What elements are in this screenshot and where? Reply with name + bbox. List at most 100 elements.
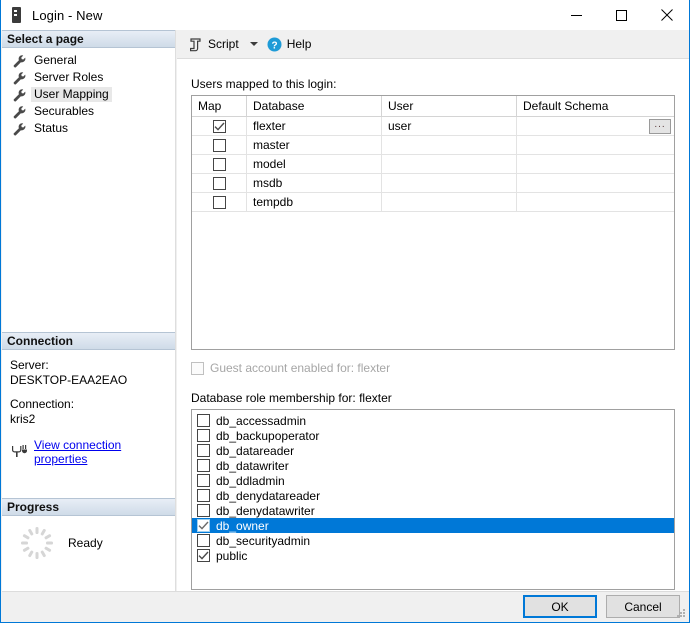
sidebar-item-securables[interactable]: Securables: [2, 103, 175, 120]
wrench-icon: [13, 71, 26, 84]
server-label: Server:: [10, 358, 49, 372]
user-cell[interactable]: [382, 193, 517, 212]
connection-label: Connection:: [10, 397, 75, 411]
map-checkbox[interactable]: [212, 157, 226, 171]
list-item[interactable]: db_securityadmin: [192, 533, 674, 548]
list-item[interactable]: db_datawriter: [192, 458, 674, 473]
cancel-button[interactable]: Cancel: [606, 595, 680, 618]
sidebar-item-general[interactable]: General: [2, 52, 175, 69]
database-cell[interactable]: tempdb: [247, 193, 382, 212]
wrench-icon: [13, 88, 26, 101]
map-cell[interactable]: [192, 193, 247, 212]
map-cell[interactable]: [192, 174, 247, 193]
role-checkbox[interactable]: [197, 429, 210, 442]
map-checkbox[interactable]: [212, 176, 226, 190]
role-label: db_owner: [216, 518, 269, 533]
window-title: Login - New: [32, 7, 103, 23]
list-item[interactable]: db_owner: [192, 518, 674, 533]
role-checkbox[interactable]: [197, 474, 210, 487]
role-checkbox[interactable]: [197, 459, 210, 472]
table-row[interactable]: tempdb: [192, 193, 674, 212]
map-checkbox[interactable]: [212, 119, 226, 133]
database-cell[interactable]: flexter: [247, 117, 382, 136]
list-item[interactable]: public: [192, 548, 674, 563]
view-connection-properties-link[interactable]: View connection properties: [34, 438, 167, 466]
role-label: db_datareader: [216, 443, 295, 458]
sidebar-item-user-mapping[interactable]: User Mapping: [2, 86, 175, 103]
role-label: db_accessadmin: [216, 413, 307, 428]
list-item[interactable]: db_denydatawriter: [192, 503, 674, 518]
sidebar: Select a page General Server Roles User …: [2, 30, 176, 592]
wrench-icon: [13, 122, 26, 135]
connection-value: kris2: [10, 412, 36, 426]
user-mapping-panel: Users mapped to this login: Map Database…: [177, 59, 689, 590]
sidebar-item-label: General: [34, 53, 77, 67]
users-mapped-label: Users mapped to this login:: [191, 77, 337, 91]
list-item[interactable]: db_datareader: [192, 443, 674, 458]
map-cell[interactable]: [192, 117, 247, 136]
guest-account-checkbox: [191, 361, 204, 375]
map-cell[interactable]: [192, 155, 247, 174]
chevron-down-icon[interactable]: [249, 42, 258, 46]
table-row[interactable]: master: [192, 136, 674, 155]
table-row[interactable]: flexter user ...: [192, 117, 674, 136]
column-header-user[interactable]: User: [382, 96, 517, 117]
database-cell[interactable]: master: [247, 136, 382, 155]
server-value: DESKTOP-EAA2EAO: [10, 373, 128, 387]
content-pane: Script ? Help Users mapped to this login…: [177, 30, 689, 592]
help-button[interactable]: ? Help: [264, 33, 315, 55]
resize-grip[interactable]: [676, 608, 686, 618]
ok-button[interactable]: OK: [523, 595, 597, 618]
column-header-default-schema[interactable]: Default Schema: [517, 96, 674, 117]
help-label: Help: [286, 37, 312, 51]
role-checkbox[interactable]: [197, 444, 210, 457]
user-cell[interactable]: user: [382, 117, 517, 136]
default-schema-cell[interactable]: [517, 174, 674, 193]
map-checkbox[interactable]: [212, 195, 226, 209]
list-item[interactable]: db_backupoperator: [192, 428, 674, 443]
database-roles-list[interactable]: db_accessadmin db_backupoperator db_data…: [191, 409, 675, 590]
maximize-button[interactable]: [599, 0, 644, 30]
users-mapped-grid[interactable]: Map Database User Default Schema flexter…: [191, 95, 675, 350]
script-button[interactable]: Script: [185, 33, 242, 55]
role-checkbox[interactable]: [197, 534, 210, 547]
database-cell[interactable]: msdb: [247, 174, 382, 193]
script-label: Script: [208, 37, 239, 51]
spinner-icon: [21, 527, 53, 559]
user-cell[interactable]: [382, 174, 517, 193]
role-checkbox[interactable]: [197, 489, 210, 502]
role-checkbox[interactable]: [197, 414, 210, 427]
progress-body: Ready: [2, 516, 175, 560]
list-item[interactable]: db_accessadmin: [192, 413, 674, 428]
close-button[interactable]: [644, 0, 689, 30]
role-checkbox[interactable]: [197, 504, 210, 517]
window-controls: [554, 0, 689, 30]
column-header-map[interactable]: Map: [192, 96, 247, 117]
sidebar-item-label: Status: [34, 121, 69, 135]
default-schema-cell[interactable]: [517, 193, 674, 212]
table-row[interactable]: msdb: [192, 174, 674, 193]
role-checkbox[interactable]: [197, 519, 210, 532]
map-cell[interactable]: [192, 136, 247, 155]
list-item[interactable]: db_ddladmin: [192, 473, 674, 488]
default-schema-cell[interactable]: ...: [517, 117, 674, 136]
role-label: db_denydatawriter: [216, 503, 315, 518]
sidebar-item-server-roles[interactable]: Server Roles: [2, 69, 175, 86]
roles-label: Database role membership for: flexter: [191, 391, 392, 405]
minimize-button[interactable]: [554, 0, 599, 30]
default-schema-cell[interactable]: [517, 136, 674, 155]
database-cell[interactable]: model: [247, 155, 382, 174]
default-schema-cell[interactable]: [517, 155, 674, 174]
browse-schema-button[interactable]: ...: [649, 119, 671, 134]
role-label: public: [216, 548, 248, 563]
column-header-database[interactable]: Database: [247, 96, 382, 117]
user-cell[interactable]: [382, 136, 517, 155]
table-row[interactable]: model: [192, 155, 674, 174]
role-checkbox[interactable]: [197, 549, 210, 562]
guest-account-row: Guest account enabled for: flexter: [191, 361, 675, 375]
map-checkbox[interactable]: [212, 138, 226, 152]
sidebar-item-label: User Mapping: [31, 87, 112, 102]
list-item[interactable]: db_denydatareader: [192, 488, 674, 503]
sidebar-item-status[interactable]: Status: [2, 120, 175, 137]
user-cell[interactable]: [382, 155, 517, 174]
